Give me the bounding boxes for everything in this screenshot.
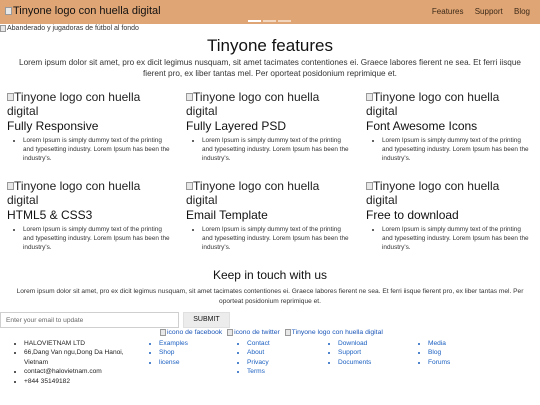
carousel-indicator-1[interactable] [248,20,261,22]
footer-links-col-4: Media Blog Forums [416,339,450,367]
feature-list: Lorem Ipsum is simply dummy text of the … [186,136,351,163]
footer-link-about[interactable]: About [247,348,270,357]
feature-title: HTML5 & CSS3 [7,208,93,222]
email-input[interactable] [0,312,179,328]
footer-links-col-3: Download Support Documents [326,339,371,367]
broken-image-icon [366,93,373,101]
feature-image-alt: Tinyone logo con huella digital [7,179,141,207]
feature-text: Lorem Ipsum is simply dummy text of the … [23,225,172,252]
footer-link-support[interactable]: Support [338,348,371,357]
feature-title: Free to download [366,208,459,222]
feature-text: Lorem Ipsum is simply dummy text of the … [382,136,531,163]
footer-logo-alt-text: Tinyone logo con huella digital [291,329,383,336]
feature-image-alt: Tinyone logo con huella digital [366,179,500,207]
hero-alt-text: Abanderado y jugadoras de fútbol al fond… [7,25,139,32]
logo-alt-text: Tinyone logo con huella digital [13,5,161,17]
feature-list: Lorem Ipsum is simply dummy text of the … [366,136,531,163]
broken-image-icon [7,93,14,101]
feature-image-alt: Tinyone logo con huella digital [366,90,500,118]
broken-image-icon [0,25,6,32]
nav-link-features[interactable]: Features [432,7,464,16]
feature-list: Lorem Ipsum is simply dummy text of the … [186,225,351,252]
carousel-indicator-3[interactable] [278,20,291,22]
contact-text: Lorem ipsum dolor sit amet, pro ex dicit… [16,288,524,305]
footer-link-forums[interactable]: Forums [428,358,450,367]
features-intro: Lorem ipsum dolor sit amet, pro ex dicit… [19,58,521,78]
feature-card: Tinyone logo con huella digital Fully Re… [7,90,172,163]
footer-link-terms[interactable]: Terms [247,367,270,376]
twitter-icon[interactable]: icono de twitter [227,329,280,336]
feature-title: Fully Layered PSD [186,119,287,133]
feature-list: Lorem Ipsum is simply dummy text of the … [7,225,172,252]
features-title: Tinyone features [207,36,333,55]
company-address: 66,Dang Van ngu,Dong Da Hanoi, Vietnam [24,348,149,367]
feature-card: Tinyone logo con huella digital Font Awe… [366,90,531,163]
broken-image-icon [227,329,234,336]
feature-image-alt: Tinyone logo con huella digital [186,90,320,118]
footer-link-blog[interactable]: Blog [428,348,450,357]
feature-image-alt: Tinyone logo con huella digital [7,90,141,118]
feature-image: Tinyone logo con huella digital [7,179,172,207]
feature-card: Tinyone logo con huella digital Email Te… [186,179,351,252]
footer-link-privacy[interactable]: Privacy [247,358,270,367]
nav-link-support[interactable]: Support [475,7,503,16]
broken-image-icon [5,7,12,15]
feature-image: Tinyone logo con huella digital [366,179,531,207]
feature-title: Font Awesome Icons [366,119,478,133]
broken-image-icon [284,329,291,336]
broken-image-icon [366,182,373,190]
feature-text: Lorem Ipsum is simply dummy text of the … [202,225,351,252]
facebook-alt-text: icono de facebook [167,329,223,336]
contact-title: Keep in touch with us [212,268,328,282]
footer-link-shop[interactable]: Shop [159,348,188,357]
social-links: icono de facebook icono de twitter Tinyo… [160,329,386,338]
hero-image: Abanderado y jugadoras de fútbol al fond… [0,25,139,32]
carousel-indicator-2[interactable] [263,20,276,22]
footer-link-media[interactable]: Media [428,339,450,348]
footer-logo[interactable]: Tinyone logo con huella digital [284,329,383,336]
footer-company-info: HALOVIETNAM LTD 66,Dang Van ngu,Dong Da … [12,339,149,386]
feature-list: Lorem Ipsum is simply dummy text of the … [7,136,172,163]
feature-title: Fully Responsive [7,119,99,133]
feature-card: Tinyone logo con huella digital Fully La… [186,90,351,163]
facebook-icon[interactable]: icono de facebook [160,329,222,336]
company-email: contact@halovietnam.com [24,367,149,376]
broken-image-icon [186,182,193,190]
feature-text: Lorem Ipsum is simply dummy text of the … [382,225,531,252]
feature-image: Tinyone logo con huella digital [7,90,172,118]
footer-link-download[interactable]: Download [338,339,371,348]
nav-link-blog[interactable]: Blog [514,7,530,16]
feature-card: Tinyone logo con huella digital HTML5 & … [7,179,172,252]
submit-button[interactable]: SUBMIT [183,312,230,328]
footer-links-col-1: Examples Shop license [147,339,188,367]
feature-image-alt: Tinyone logo con huella digital [186,179,320,207]
logo-image[interactable]: Tinyone logo con huella digital [5,5,161,17]
company-phone: +844 35149182 [24,377,149,386]
nav-links: Features Support Blog [423,7,530,16]
feature-card: Tinyone logo con huella digital Free to … [366,179,531,252]
feature-image: Tinyone logo con huella digital [366,90,531,118]
feature-image: Tinyone logo con huella digital [186,90,351,118]
broken-image-icon [7,182,14,190]
twitter-alt-text: icono de twitter [234,329,280,336]
feature-text: Lorem Ipsum is simply dummy text of the … [202,136,351,163]
footer-link-documents[interactable]: Documents [338,358,371,367]
broken-image-icon [186,93,193,101]
company-name: HALOVIETNAM LTD [24,339,149,348]
broken-image-icon [160,329,166,336]
footer-link-examples[interactable]: Examples [159,339,188,348]
feature-title: Email Template [186,208,268,222]
feature-text: Lorem Ipsum is simply dummy text of the … [23,136,172,163]
footer-link-license[interactable]: license [159,358,188,367]
navbar: Tinyone logo con huella digital Features… [0,0,540,24]
feature-list: Lorem Ipsum is simply dummy text of the … [366,225,531,252]
feature-image: Tinyone logo con huella digital [186,179,351,207]
footer-links-col-2: Contact About Privacy Terms [235,339,270,377]
footer-link-contact[interactable]: Contact [247,339,270,348]
